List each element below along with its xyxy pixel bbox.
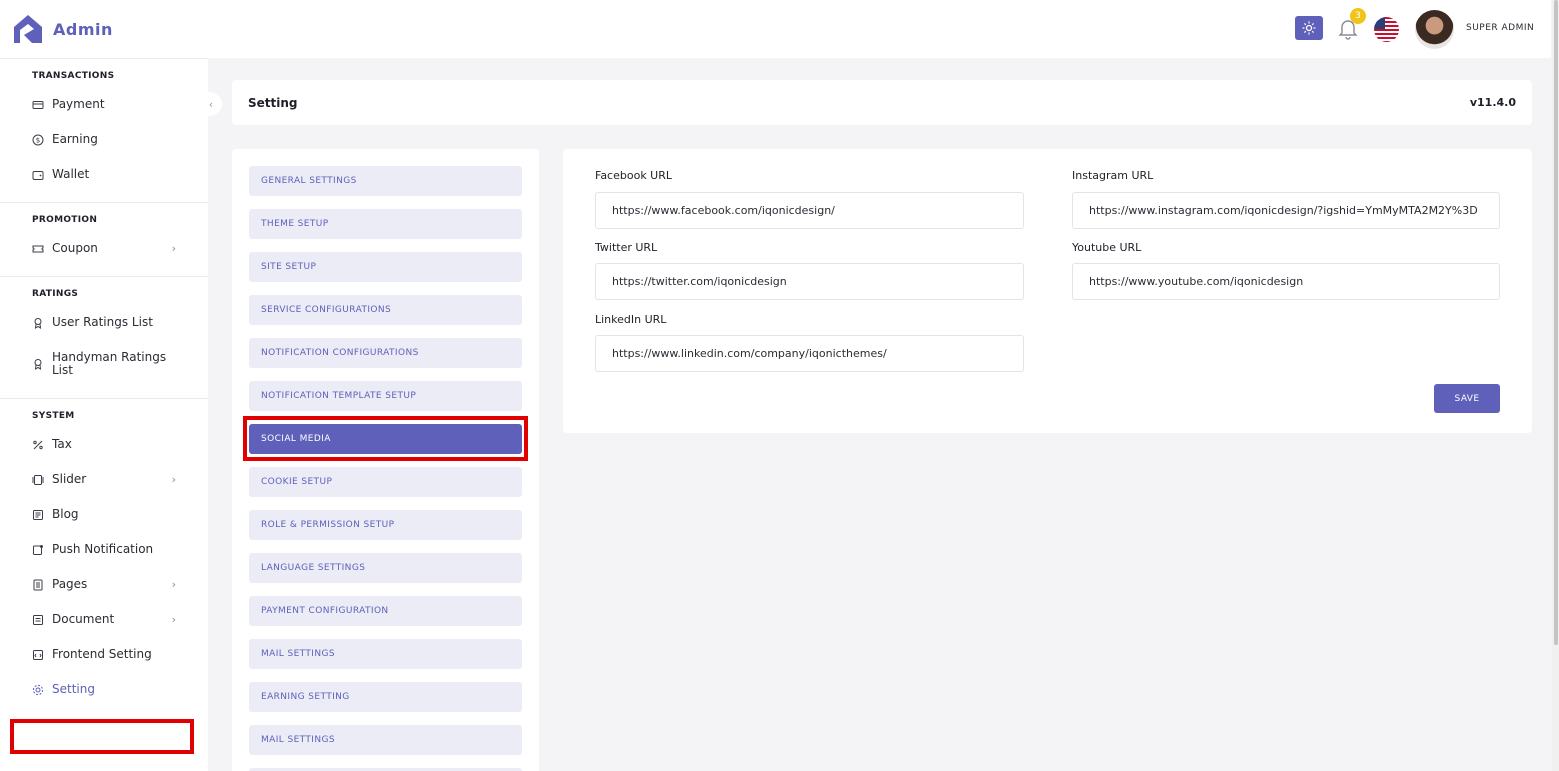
sidebar-item-label: Payment	[52, 97, 105, 111]
sidebar-item-wallet[interactable]: Wallet	[0, 157, 208, 192]
svg-text:$: $	[36, 136, 40, 144]
sun-icon	[1302, 21, 1316, 35]
social-media-form: Facebook URL Instagram URL Twitter URL Y…	[563, 149, 1532, 433]
sidebar-item-coupon[interactable]: Coupon ›	[0, 231, 208, 266]
sidebar-item-slider[interactable]: Slider ›	[0, 462, 208, 497]
logo-icon	[14, 15, 42, 43]
sidebar-item-label: Tax	[52, 437, 72, 451]
avatar[interactable]	[1415, 10, 1454, 49]
sidebar-item-label: Push Notification	[52, 542, 154, 556]
settings-tab-service-configurations[interactable]: SERVICE CONFIGURATIONS	[249, 295, 522, 325]
settings-tab-notification-template[interactable]: NOTIFICATION TEMPLATE SETUP	[249, 381, 522, 411]
sidebar-item-label: Coupon	[52, 241, 98, 255]
linkedin-url-label: LinkedIn URL	[595, 313, 667, 326]
page-header-card: Setting v11.4.0	[232, 80, 1532, 125]
sidebar-item-label: Wallet	[52, 167, 90, 181]
sidebar-section-system: SYSTEM Tax Slider › Blog Push Notificati…	[0, 398, 208, 717]
us-flag-icon[interactable]	[1374, 17, 1399, 42]
slider-icon	[32, 474, 44, 486]
sidebar-item-label: Frontend Setting	[52, 647, 152, 661]
sidebar-item-setting[interactable]: Setting	[0, 672, 208, 707]
facebook-url-input[interactable]	[595, 192, 1024, 229]
card-icon	[32, 99, 44, 111]
sidebar-section-transactions: TRANSACTIONS Payment $ Earning Wallet	[0, 58, 208, 202]
page-title: Setting	[248, 95, 298, 110]
frontend-icon	[32, 649, 44, 661]
percent-icon	[32, 439, 44, 451]
theme-toggle-button[interactable]	[1295, 16, 1323, 40]
section-title: RATINGS	[32, 289, 79, 299]
settings-tab-cookie-setup[interactable]: COOKIE SETUP	[249, 467, 522, 497]
coupon-icon	[32, 243, 44, 255]
settings-menu: GENERAL SETTINGS THEME SETUP SITE SETUP …	[232, 149, 539, 771]
linkedin-url-input[interactable]	[595, 335, 1024, 372]
facebook-url-label: Facebook URL	[595, 169, 673, 182]
settings-tab-language[interactable]: LANGUAGE SETTINGS	[249, 553, 522, 583]
instagram-url-label: Instagram URL	[1072, 169, 1154, 182]
section-title: TRANSACTIONS	[32, 71, 115, 81]
sidebar-item-payment[interactable]: Payment	[0, 87, 208, 122]
settings-tab-theme-setup[interactable]: THEME SETUP	[249, 209, 522, 239]
sidebar-item-frontend-setting[interactable]: Frontend Setting	[0, 637, 208, 672]
sidebar-item-tax[interactable]: Tax	[0, 427, 208, 462]
sidebar-item-label: Earning	[52, 132, 98, 146]
settings-tab-mail-settings-2[interactable]: MAIL SETTINGS	[249, 725, 522, 755]
settings-tab-general[interactable]: GENERAL SETTINGS	[249, 166, 522, 196]
sidebar-item-user-ratings[interactable]: User Ratings List	[0, 305, 208, 340]
document-icon	[32, 614, 44, 626]
twitter-url-input[interactable]	[595, 263, 1024, 300]
sidebar-item-pages[interactable]: Pages ›	[0, 567, 208, 602]
award-icon	[32, 317, 44, 329]
gear-icon	[32, 684, 44, 696]
settings-tab-payment-configuration[interactable]: PAYMENT CONFIGURATION	[249, 596, 522, 626]
chevron-right-icon: ›	[171, 613, 176, 626]
brand[interactable]: Admin	[0, 0, 208, 58]
settings-tab-site-setup[interactable]: SITE SETUP	[249, 252, 522, 282]
chevron-right-icon: ›	[171, 473, 176, 486]
sidebar-item-label: Setting	[52, 682, 95, 696]
push-notification-icon	[32, 544, 44, 556]
scrollbar-thumb[interactable]	[1554, 0, 1558, 645]
notification-badge: 3	[1350, 8, 1366, 24]
version-label: v11.4.0	[1469, 96, 1516, 109]
award-icon	[32, 358, 44, 370]
chevron-left-icon: ‹	[208, 97, 214, 111]
sidebar: Admin TRANSACTIONS Payment $ Earning Wal…	[0, 0, 208, 771]
header: 3 SUPER ADMIN	[208, 0, 1551, 58]
blog-icon	[32, 509, 44, 521]
sidebar-section-ratings: RATINGS User Ratings List Handyman Ratin…	[0, 276, 208, 398]
sidebar-section-promotion: PROMOTION Coupon ›	[0, 202, 208, 276]
sidebar-item-label: Document	[52, 612, 115, 626]
wallet-icon	[32, 169, 44, 181]
youtube-url-label: Youtube URL	[1072, 241, 1142, 254]
dollar-icon: $	[32, 134, 44, 146]
sidebar-item-label: Pages	[52, 577, 88, 591]
sidebar-item-label: Handyman Ratings List	[52, 350, 167, 377]
settings-tab-notification-configurations[interactable]: NOTIFICATION CONFIGURATIONS	[249, 338, 522, 368]
user-name[interactable]: SUPER ADMIN	[1466, 23, 1534, 33]
settings-tab-earning-setting[interactable]: EARNING SETTING	[249, 682, 522, 712]
youtube-url-input[interactable]	[1072, 263, 1500, 300]
sidebar-item-push-notification[interactable]: Push Notification	[0, 532, 208, 567]
twitter-url-label: Twitter URL	[595, 241, 658, 254]
sidebar-item-handyman-ratings[interactable]: Handyman Ratings List	[0, 340, 208, 388]
sidebar-item-earning[interactable]: $ Earning	[0, 122, 208, 157]
sidebar-item-blog[interactable]: Blog	[0, 497, 208, 532]
chevron-right-icon: ›	[171, 578, 176, 591]
settings-tab-social-media[interactable]: SOCIAL MEDIA	[249, 424, 522, 454]
section-title: SYSTEM	[32, 411, 75, 421]
instagram-url-input[interactable]	[1072, 192, 1500, 229]
chevron-right-icon: ›	[171, 242, 176, 255]
brand-name: Admin	[53, 19, 113, 39]
settings-tab-role-permission[interactable]: ROLE & PERMISSION SETUP	[249, 510, 522, 540]
sidebar-item-label: User Ratings List	[52, 315, 153, 329]
sidebar-item-label: Slider	[52, 472, 87, 486]
sidebar-item-document[interactable]: Document ›	[0, 602, 208, 637]
section-title: PROMOTION	[32, 215, 98, 225]
sidebar-item-label: Blog	[52, 507, 79, 521]
settings-tab-mail-settings[interactable]: MAIL SETTINGS	[249, 639, 522, 669]
save-button[interactable]: SAVE	[1434, 384, 1500, 413]
sidebar-collapse-button[interactable]: ‹	[200, 92, 222, 116]
pages-icon	[32, 579, 44, 591]
